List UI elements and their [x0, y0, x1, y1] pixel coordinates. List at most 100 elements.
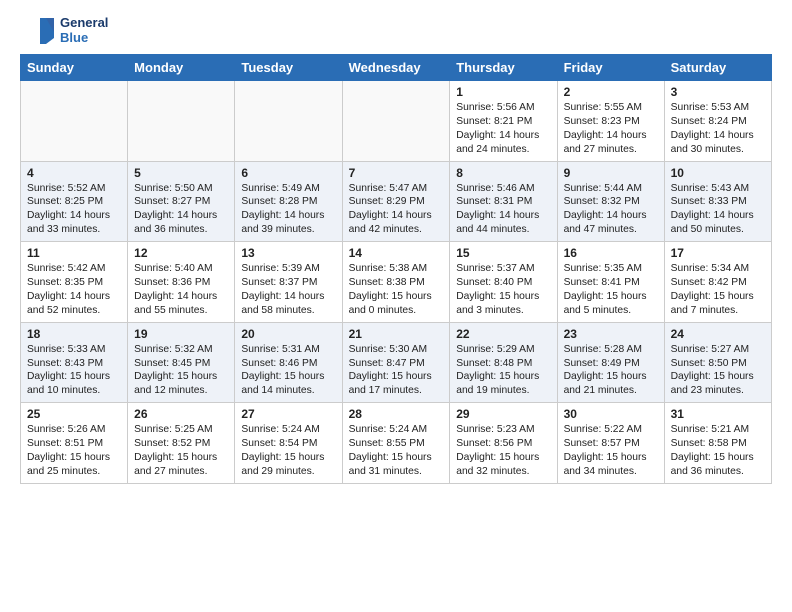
day-content: Sunrise: 5:53 AM Sunset: 8:24 PM Dayligh… [671, 101, 765, 157]
day-number: 12 [134, 246, 228, 260]
cell-4-2: 27Sunrise: 5:24 AM Sunset: 8:54 PM Dayli… [235, 403, 342, 484]
col-wednesday: Wednesday [342, 55, 450, 81]
week-row-3: 11 Sunrise: 5:42 AM Sunset: 8:35 PM Dayli… [21, 242, 772, 323]
day-content: Sunrise: 5:35 AM Sunset: 8:41 PM Dayligh… [564, 262, 658, 318]
day-number: 19 [134, 327, 228, 341]
logo-text-blue: Blue [60, 31, 108, 46]
day-number: 14 [349, 246, 444, 260]
cell-3-6: 24 Sunrise: 5:27 AM Sunset: 8:50 PM Dayli… [664, 322, 771, 403]
day-number: 22 [456, 327, 550, 341]
cell-4-4: 29 Sunrise: 5:23 AM Sunset: 8:56 PM Dayli… [450, 403, 557, 484]
day-content: Sunrise: 5:44 AM Sunset: 8:32 PM Dayligh… [564, 182, 658, 238]
col-monday: Monday [128, 55, 235, 81]
cell-4-0: 25 Sunrise: 5:26 AM Sunset: 8:51 PM Dayli… [21, 403, 128, 484]
day-number: 2 [564, 85, 658, 99]
day-number: 8 [456, 166, 550, 180]
day-content: Sunrise: 5:39 AM Sunset: 8:37 PM Dayligh… [241, 262, 335, 318]
day-content: Sunrise: 5:43 AM Sunset: 8:33 PM Dayligh… [671, 182, 765, 238]
cell-0-4: 1Sunrise: 5:56 AM Sunset: 8:21 PM Daylig… [450, 81, 557, 162]
cell-4-3: 28 Sunrise: 5:24 AM Sunset: 8:55 PM Dayli… [342, 403, 450, 484]
day-content: Sunrise: 5:29 AM Sunset: 8:48 PM Dayligh… [456, 343, 550, 399]
week-row-1: 1Sunrise: 5:56 AM Sunset: 8:21 PM Daylig… [21, 81, 772, 162]
header-row: Sunday Monday Tuesday Wednesday Thursday… [21, 55, 772, 81]
day-number: 6 [241, 166, 335, 180]
cell-1-0: 4 Sunrise: 5:52 AM Sunset: 8:25 PM Daylig… [21, 161, 128, 242]
day-content: Sunrise: 5:42 AM Sunset: 8:35 PM Dayligh… [27, 262, 121, 318]
day-content: Sunrise: 5:56 AM Sunset: 8:21 PM Dayligh… [456, 101, 550, 157]
cell-2-3: 14 Sunrise: 5:38 AM Sunset: 8:38 PM Dayli… [342, 242, 450, 323]
day-number: 3 [671, 85, 765, 99]
cell-3-1: 19 Sunrise: 5:32 AM Sunset: 8:45 PM Dayli… [128, 322, 235, 403]
cell-2-6: 17 Sunrise: 5:34 AM Sunset: 8:42 PM Dayli… [664, 242, 771, 323]
week-row-2: 4 Sunrise: 5:52 AM Sunset: 8:25 PM Daylig… [21, 161, 772, 242]
day-content: Sunrise: 5:40 AM Sunset: 8:36 PM Dayligh… [134, 262, 228, 318]
cell-4-1: 26Sunrise: 5:25 AM Sunset: 8:52 PM Dayli… [128, 403, 235, 484]
day-content: Sunrise: 5:31 AM Sunset: 8:46 PM Dayligh… [241, 343, 335, 399]
day-content: Sunrise: 5:30 AM Sunset: 8:47 PM Dayligh… [349, 343, 444, 399]
cell-2-5: 16 Sunrise: 5:35 AM Sunset: 8:41 PM Dayli… [557, 242, 664, 323]
day-content: Sunrise: 5:32 AM Sunset: 8:45 PM Dayligh… [134, 343, 228, 399]
day-number: 4 [27, 166, 121, 180]
day-number: 28 [349, 407, 444, 421]
day-number: 13 [241, 246, 335, 260]
cell-1-6: 10 Sunrise: 5:43 AM Sunset: 8:33 PM Dayli… [664, 161, 771, 242]
day-number: 5 [134, 166, 228, 180]
header: General Blue [20, 16, 772, 46]
col-friday: Friday [557, 55, 664, 81]
day-content: Sunrise: 5:28 AM Sunset: 8:49 PM Dayligh… [564, 343, 658, 399]
col-tuesday: Tuesday [235, 55, 342, 81]
week-row-5: 25 Sunrise: 5:26 AM Sunset: 8:51 PM Dayli… [21, 403, 772, 484]
day-content: Sunrise: 5:22 AM Sunset: 8:57 PM Dayligh… [564, 423, 658, 479]
cell-2-1: 12 Sunrise: 5:40 AM Sunset: 8:36 PM Dayli… [128, 242, 235, 323]
logo-svg [20, 16, 56, 46]
day-number: 31 [671, 407, 765, 421]
day-number: 27 [241, 407, 335, 421]
cell-0-6: 3 Sunrise: 5:53 AM Sunset: 8:24 PM Daylig… [664, 81, 771, 162]
cell-2-0: 11 Sunrise: 5:42 AM Sunset: 8:35 PM Dayli… [21, 242, 128, 323]
col-saturday: Saturday [664, 55, 771, 81]
cell-0-0 [21, 81, 128, 162]
day-number: 24 [671, 327, 765, 341]
cell-3-3: 21 Sunrise: 5:30 AM Sunset: 8:47 PM Dayli… [342, 322, 450, 403]
day-number: 30 [564, 407, 658, 421]
day-number: 21 [349, 327, 444, 341]
cell-1-2: 6 Sunrise: 5:49 AM Sunset: 8:28 PM Daylig… [235, 161, 342, 242]
day-content: Sunrise: 5:55 AM Sunset: 8:23 PM Dayligh… [564, 101, 658, 157]
day-content: Sunrise: 5:38 AM Sunset: 8:38 PM Dayligh… [349, 262, 444, 318]
day-content: Sunrise: 5:34 AM Sunset: 8:42 PM Dayligh… [671, 262, 765, 318]
cell-1-4: 8Sunrise: 5:46 AM Sunset: 8:31 PM Daylig… [450, 161, 557, 242]
cell-0-2 [235, 81, 342, 162]
cell-0-5: 2 Sunrise: 5:55 AM Sunset: 8:23 PM Daylig… [557, 81, 664, 162]
day-content: Sunrise: 5:23 AM Sunset: 8:56 PM Dayligh… [456, 423, 550, 479]
day-content: Sunrise: 5:27 AM Sunset: 8:50 PM Dayligh… [671, 343, 765, 399]
day-number: 18 [27, 327, 121, 341]
cell-4-5: 30 Sunrise: 5:22 AM Sunset: 8:57 PM Dayli… [557, 403, 664, 484]
day-number: 25 [27, 407, 121, 421]
cell-2-2: 13 Sunrise: 5:39 AM Sunset: 8:37 PM Dayli… [235, 242, 342, 323]
cell-0-3 [342, 81, 450, 162]
day-number: 15 [456, 246, 550, 260]
cell-1-3: 7Sunrise: 5:47 AM Sunset: 8:29 PM Daylig… [342, 161, 450, 242]
cell-0-1 [128, 81, 235, 162]
day-number: 23 [564, 327, 658, 341]
calendar: Sunday Monday Tuesday Wednesday Thursday… [20, 54, 772, 484]
day-content: Sunrise: 5:52 AM Sunset: 8:25 PM Dayligh… [27, 182, 121, 238]
logo: General Blue [20, 16, 108, 46]
day-content: Sunrise: 5:50 AM Sunset: 8:27 PM Dayligh… [134, 182, 228, 238]
day-content: Sunrise: 5:25 AM Sunset: 8:52 PM Dayligh… [134, 423, 228, 479]
logo-text-general: General [60, 16, 108, 31]
day-content: Sunrise: 5:49 AM Sunset: 8:28 PM Dayligh… [241, 182, 335, 238]
day-number: 17 [671, 246, 765, 260]
day-number: 16 [564, 246, 658, 260]
day-number: 11 [27, 246, 121, 260]
day-number: 29 [456, 407, 550, 421]
day-content: Sunrise: 5:33 AM Sunset: 8:43 PM Dayligh… [27, 343, 121, 399]
cell-1-5: 9Sunrise: 5:44 AM Sunset: 8:32 PM Daylig… [557, 161, 664, 242]
day-number: 20 [241, 327, 335, 341]
day-number: 7 [349, 166, 444, 180]
day-number: 10 [671, 166, 765, 180]
day-content: Sunrise: 5:37 AM Sunset: 8:40 PM Dayligh… [456, 262, 550, 318]
cell-3-5: 23 Sunrise: 5:28 AM Sunset: 8:49 PM Dayli… [557, 322, 664, 403]
day-content: Sunrise: 5:24 AM Sunset: 8:55 PM Dayligh… [349, 423, 444, 479]
day-content: Sunrise: 5:26 AM Sunset: 8:51 PM Dayligh… [27, 423, 121, 479]
